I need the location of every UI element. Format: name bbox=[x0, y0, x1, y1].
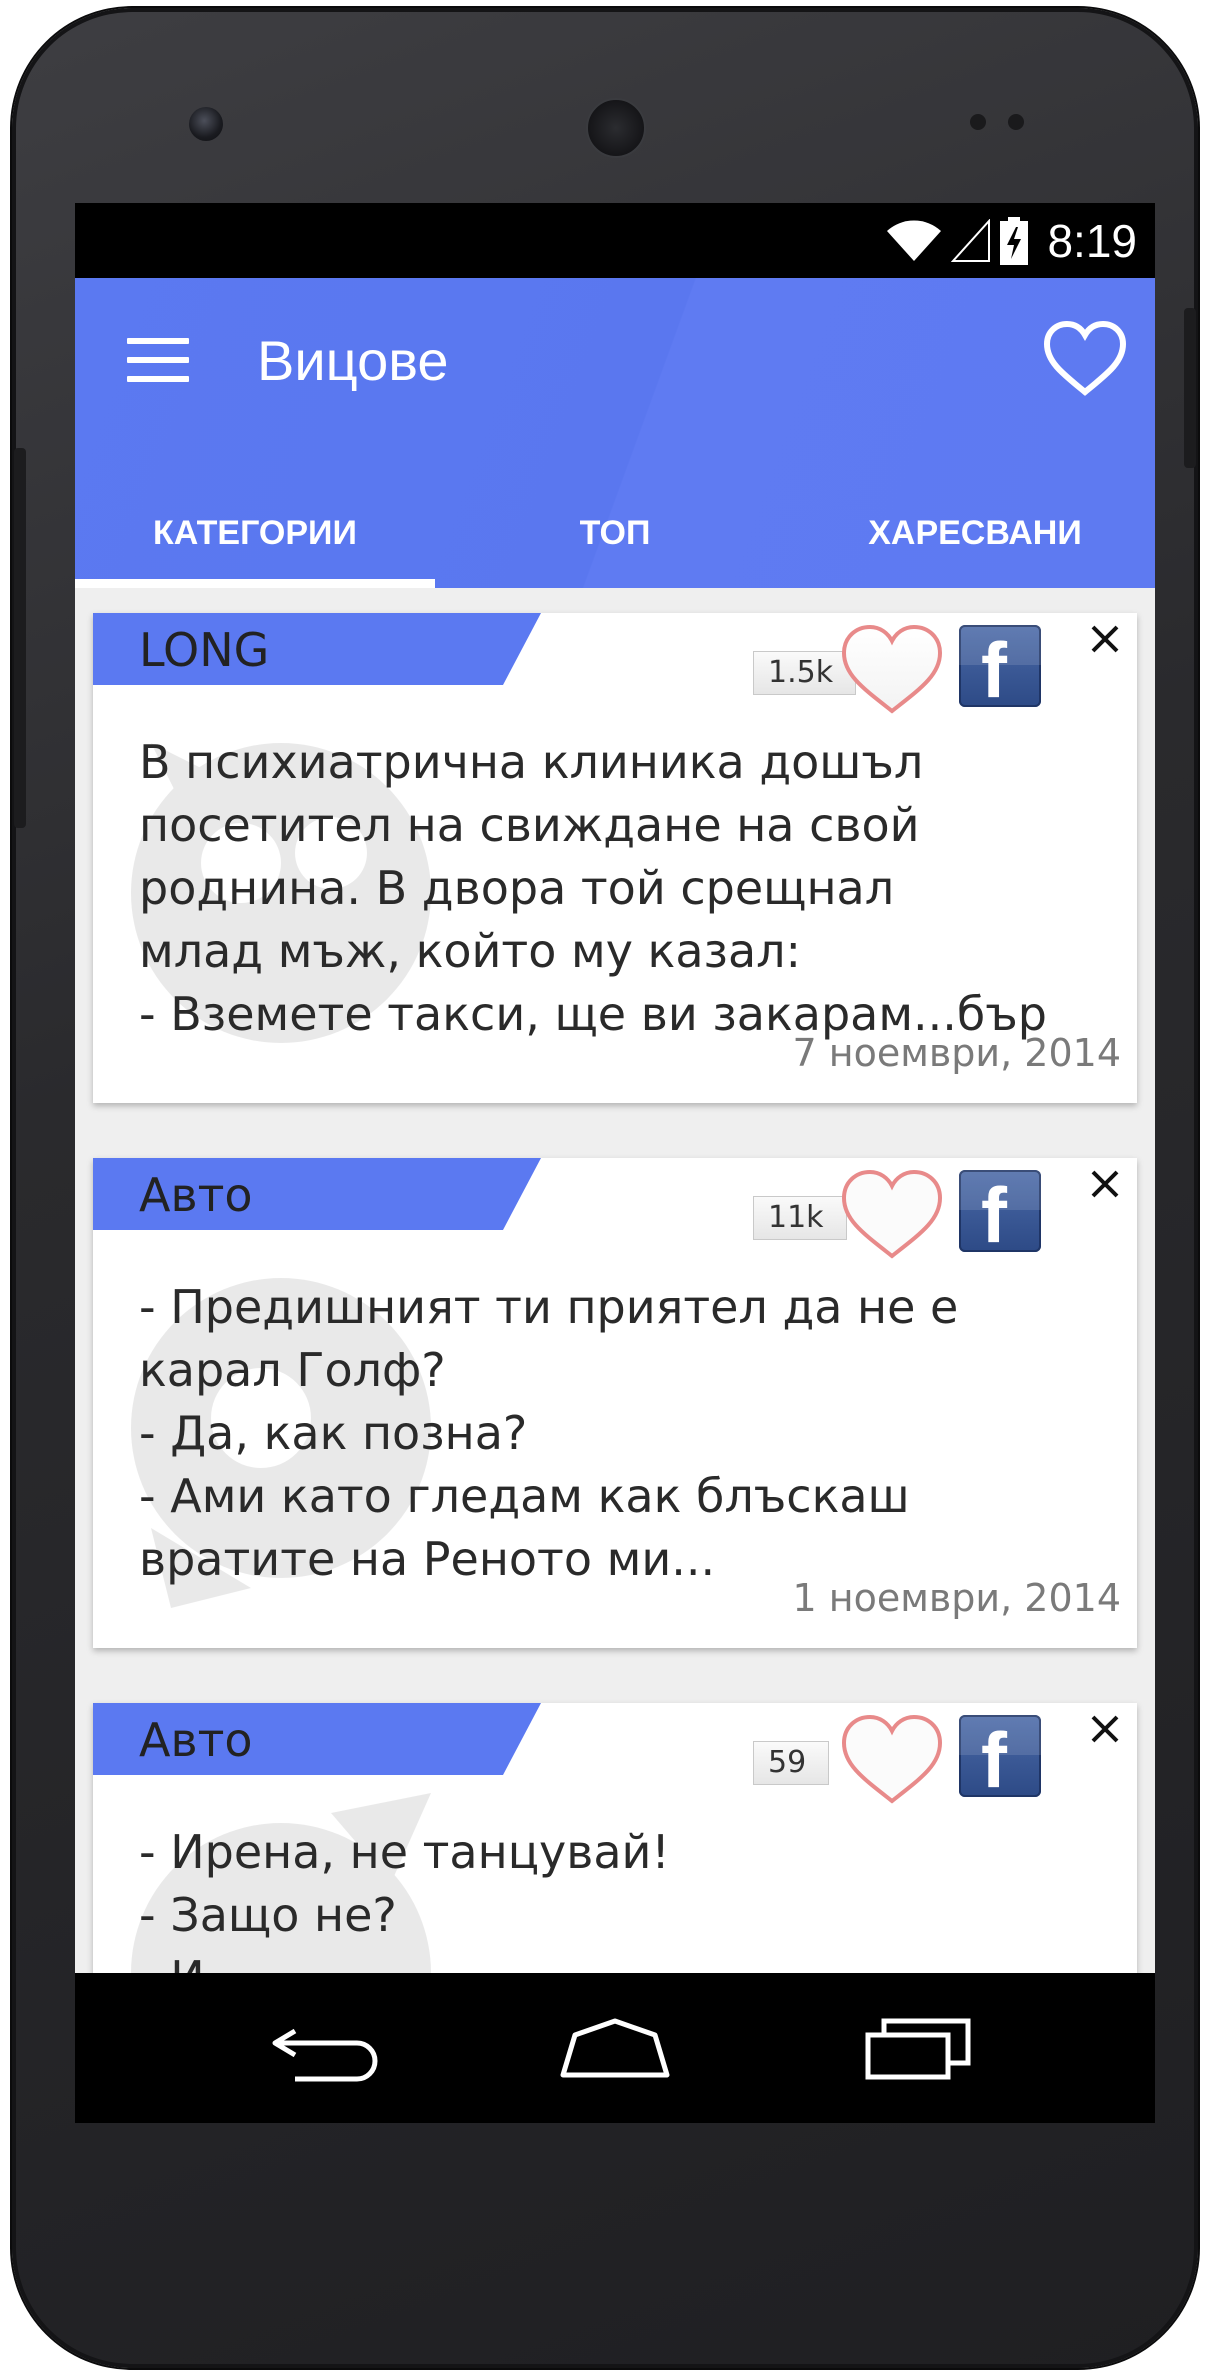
facebook-icon: f bbox=[981, 1716, 1007, 1804]
joke-date: 1 ноември, 2014 bbox=[792, 1576, 1121, 1620]
status-bar: 8:19 bbox=[75, 203, 1155, 278]
recent-apps-icon[interactable] bbox=[860, 2013, 980, 2083]
tab-top[interactable]: ТОП bbox=[435, 478, 795, 588]
front-camera bbox=[189, 107, 223, 141]
category-tag[interactable]: LONG bbox=[93, 613, 541, 685]
screen: 8:19 Вицове КАТЕГОРИИ ТОП ХАРЕСВАНИ LONG… bbox=[75, 203, 1155, 2123]
app-title: Вицове bbox=[257, 329, 449, 392]
close-icon[interactable] bbox=[1083, 1162, 1127, 1206]
joke-text: - Предишният ти приятел да не е карал Го… bbox=[139, 1280, 959, 1586]
power-button bbox=[1184, 308, 1196, 468]
joke-date: 7 ноември, 2014 bbox=[792, 1031, 1121, 1075]
facebook-share-button[interactable]: f bbox=[959, 1170, 1041, 1259]
tab-indicator bbox=[75, 579, 435, 588]
app-bar: Вицове КАТЕГОРИИ ТОП ХАРЕСВАНИ bbox=[75, 278, 1155, 588]
like-count: 11k bbox=[753, 1196, 847, 1240]
menu-icon[interactable] bbox=[127, 338, 189, 382]
category-label: Авто bbox=[139, 1168, 253, 1222]
navigation-bar bbox=[75, 1973, 1155, 2123]
cell-signal-icon bbox=[951, 218, 991, 262]
facebook-share-button[interactable]: f bbox=[959, 1715, 1041, 1804]
battery-charging-icon bbox=[1000, 216, 1029, 265]
facebook-icon: f bbox=[981, 626, 1007, 714]
earpiece-speaker bbox=[586, 98, 646, 158]
like-heart-icon[interactable] bbox=[838, 621, 946, 717]
category-tag[interactable]: Авто bbox=[93, 1703, 541, 1775]
favorites-heart-icon[interactable] bbox=[1043, 318, 1127, 398]
volume-button bbox=[14, 448, 26, 828]
category-label: LONG bbox=[139, 623, 270, 677]
status-time: 8:19 bbox=[1047, 214, 1137, 267]
like-heart-icon[interactable] bbox=[838, 1166, 946, 1262]
like-count: 59 bbox=[753, 1741, 830, 1785]
joke-text: В психиатрична клиника дошъл посетител н… bbox=[139, 735, 1047, 1041]
close-icon[interactable] bbox=[1083, 1707, 1127, 1751]
tab-categories[interactable]: КАТЕГОРИИ bbox=[75, 478, 435, 588]
tab-liked[interactable]: ХАРЕСВАНИ bbox=[795, 478, 1155, 588]
home-icon[interactable] bbox=[555, 2013, 675, 2083]
facebook-share-button[interactable]: f bbox=[959, 625, 1041, 714]
joke-card[interactable]: Авто 11k f - Предишният ти приятел да не… bbox=[93, 1158, 1137, 1648]
facebook-icon: f bbox=[981, 1171, 1007, 1259]
tab-bar: КАТЕГОРИИ ТОП ХАРЕСВАНИ bbox=[75, 478, 1155, 588]
wifi-icon bbox=[887, 220, 942, 261]
category-label: Авто bbox=[139, 1713, 253, 1767]
proximity-sensor bbox=[970, 114, 986, 130]
like-heart-icon[interactable] bbox=[838, 1711, 946, 1807]
close-icon[interactable] bbox=[1083, 617, 1127, 661]
light-sensor bbox=[1008, 114, 1024, 130]
joke-card[interactable]: LONG 1.5k f В психиатрична клиника дошъл… bbox=[93, 613, 1137, 1103]
category-tag[interactable]: Авто bbox=[93, 1158, 541, 1230]
back-icon[interactable] bbox=[265, 2013, 385, 2083]
phone-frame: 8:19 Вицове КАТЕГОРИИ ТОП ХАРЕСВАНИ LONG… bbox=[12, 8, 1198, 2368]
